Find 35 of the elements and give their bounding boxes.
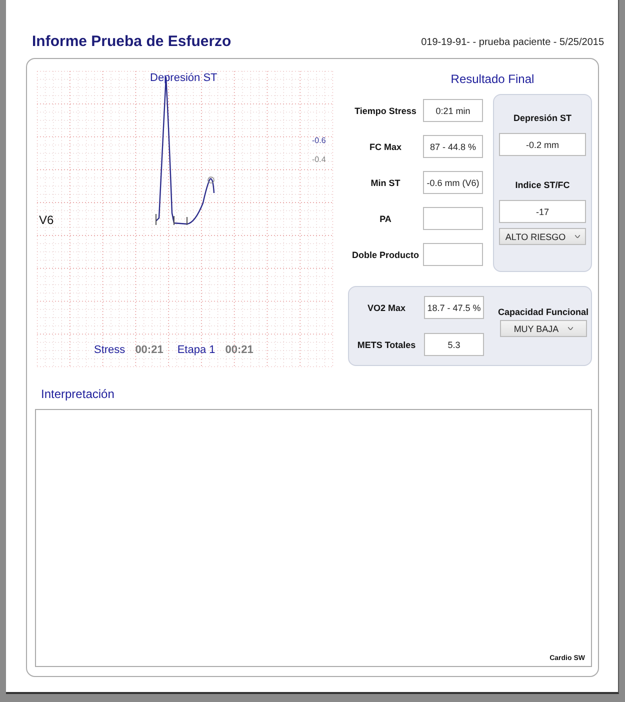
chart-title: Depresión ST (150, 73, 218, 84)
panel-label: Depresión ST (513, 113, 572, 123)
field-label: FC Max (368, 142, 402, 152)
patient-info: 019-19-91- - prueba paciente - 5/25/2015 (421, 37, 604, 48)
stage-time: 00:21 (225, 344, 254, 356)
stage-label: Stress (94, 344, 126, 356)
field-label: METS Totales (356, 340, 417, 350)
value-field[interactable]: -17 (499, 200, 586, 223)
field-label: Doble Producto (351, 250, 420, 260)
interpretation-title: Interpretación (41, 387, 116, 401)
value-field[interactable]: -0.2 mm (499, 133, 586, 156)
capacity-dropdown[interactable]: MUY BAJA (500, 320, 587, 337)
panel-label: Capacidad Funcional (498, 307, 589, 317)
report-title: Informe Prueba de Esfuerzo (32, 33, 232, 50)
lead-label: V6 (39, 214, 54, 226)
value-field[interactable]: 5.3 (424, 333, 484, 356)
value-field[interactable] (423, 243, 483, 266)
field-label: VO2 Max (366, 302, 407, 312)
field-label: Tiempo Stress (354, 106, 418, 116)
value-field[interactable]: 87 - 44.8 % (423, 135, 483, 158)
value-field[interactable]: 18.7 - 47.5 % (424, 296, 484, 319)
caret-icon (568, 327, 573, 330)
panel-label: Indice ST/FC (515, 180, 570, 190)
scale-label: -0.6 (312, 137, 326, 145)
scale-label: -0.4 (312, 156, 326, 164)
value-field[interactable]: 0:21 min (423, 99, 483, 122)
results-title: Resultado Final (450, 72, 536, 86)
field-label: Min ST (370, 178, 402, 188)
field-label: PA (378, 214, 392, 224)
stage-time: 00:21 (135, 344, 164, 356)
value-field[interactable]: -0.6 mm (V6) (423, 171, 483, 194)
stage-label: Etapa 1 (177, 344, 216, 356)
caret-icon (574, 235, 580, 238)
value-field[interactable] (423, 207, 483, 230)
risk-dropdown[interactable]: ALTO RIESGO (499, 228, 586, 245)
